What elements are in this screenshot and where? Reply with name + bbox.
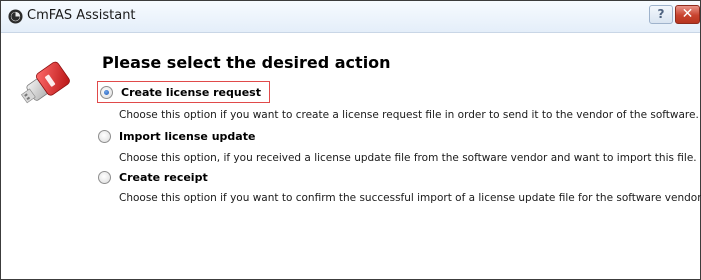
option-description: Choose this option, if you received a li… <box>119 152 697 164</box>
page-title: Please select the desired action <box>102 53 391 72</box>
window-title: CmFAS Assistant <box>27 8 136 23</box>
option-label[interactable]: Create receipt <box>119 171 208 184</box>
radio-button-checked[interactable] <box>100 85 113 99</box>
option-description: Choose this option if you want to create… <box>119 109 699 121</box>
content-area: Please select the desired action Create … <box>1 33 701 279</box>
option-create-license-request[interactable]: Create license request <box>97 81 270 103</box>
title-bar[interactable]: CmFAS Assistant ? ✕ <box>1 1 700 33</box>
option-label[interactable]: Import license update <box>119 130 255 143</box>
assistant-window: CmFAS Assistant ? ✕ Please select the de… <box>0 0 701 280</box>
close-button[interactable]: ✕ <box>675 5 700 24</box>
radio-button[interactable] <box>98 129 111 143</box>
option-create-receipt[interactable]: Create receipt <box>98 167 208 187</box>
help-button[interactable]: ? <box>649 5 673 24</box>
codemeter-logo-icon <box>8 9 23 24</box>
option-label[interactable]: Create license request <box>121 86 261 99</box>
radio-button[interactable] <box>98 170 111 184</box>
option-description: Choose this option if you want to confir… <box>119 192 701 204</box>
usb-dongle-icon <box>20 61 70 104</box>
option-import-license-update[interactable]: Import license update <box>98 126 255 146</box>
